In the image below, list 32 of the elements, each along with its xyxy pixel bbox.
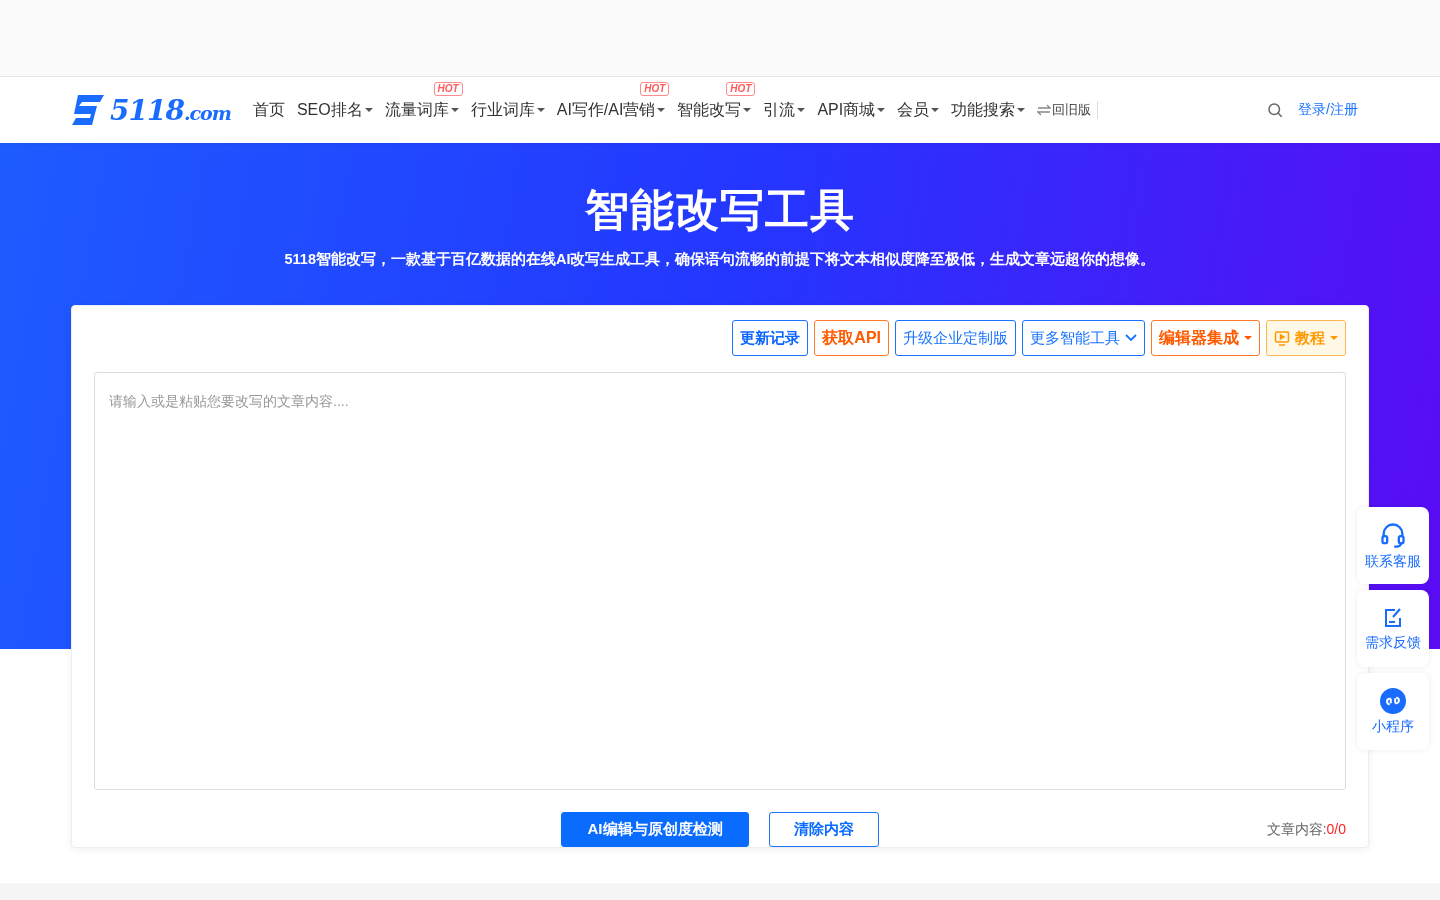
side-button[interactable]: 需求反馈	[1357, 590, 1429, 667]
search-icon[interactable]	[1266, 101, 1285, 119]
page-subtitle: 5118智能改写，一款基于百亿数据的在线AI改写生成工具，确保语句流畅的前提下将文本相似度降至极低，生成文章远超你的想像。	[284, 250, 1156, 269]
nav-item[interactable]: 引流	[763, 99, 806, 121]
page-title: 智能改写工具	[585, 184, 855, 236]
nav-item[interactable]: API商城	[817, 99, 886, 121]
check-button[interactable]: AI编辑与原创度检测	[561, 812, 749, 847]
site-logo[interactable]: 5118.com	[70, 93, 231, 127]
toolbar-button[interactable]: 更多智能工具	[1022, 320, 1145, 356]
link-circle-icon	[1380, 687, 1406, 714]
hot-badge: HOT	[726, 81, 756, 96]
toolbar-button[interactable]: 升级企业定制版	[895, 320, 1016, 356]
login-link[interactable]: 登录/注册	[1298, 101, 1358, 119]
toolbar-button[interactable]: 编辑器集成	[1151, 320, 1260, 356]
hot-badge: HOT	[433, 81, 463, 96]
nav-item[interactable]: 首页	[252, 99, 285, 121]
video-icon	[1274, 330, 1290, 346]
nav-item[interactable]: SEO排名	[296, 99, 373, 121]
nav-item[interactable]: 功能搜索	[951, 99, 1026, 121]
side-button[interactable]: 联系客服	[1357, 507, 1429, 584]
hot-badge: HOT	[640, 81, 670, 96]
word-counter: 文章内容:0/0	[1266, 820, 1346, 839]
toolbar-button[interactable]: 更新记录	[732, 320, 809, 356]
article-input[interactable]: 请输入或是粘贴您要改写的文章内容....	[94, 372, 1346, 790]
nav-item[interactable]: 行业词库	[470, 99, 545, 121]
clear-button[interactable]: 清除内容	[769, 812, 879, 847]
headset-icon	[1379, 520, 1407, 549]
swap-icon	[1037, 104, 1052, 116]
side-button[interactable]: 小程序	[1357, 673, 1429, 750]
old-version-link[interactable]: 回旧版	[1037, 101, 1099, 119]
nav-item[interactable]: 会员	[897, 99, 940, 121]
toolbar-button[interactable]: 获取API	[814, 320, 889, 356]
